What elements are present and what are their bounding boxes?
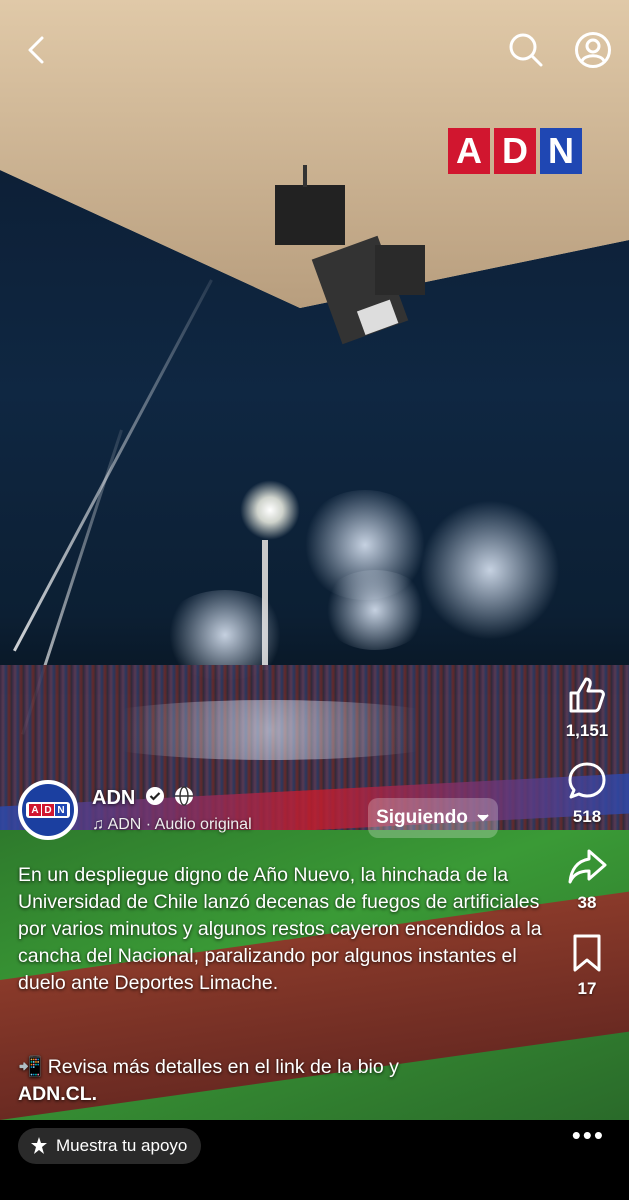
support-label: Muestra tu apoyo [56,1136,188,1155]
verified-badge-icon [145,787,164,805]
save-button[interactable]: 17 [570,933,604,999]
caption-link[interactable]: ADN.CL. [18,1083,97,1105]
logo-letter: A [448,128,490,174]
top-bar [0,20,629,80]
bookmark-icon [573,934,601,972]
following-label: Siguiendo [376,807,468,828]
share-count: 38 [577,893,597,912]
smoke-cloud [320,570,430,650]
post-caption-more[interactable]: 📲 Revisa más detalles en el link de la b… [18,1054,553,1108]
share-icon [568,849,607,884]
smoke-cloud [420,500,560,640]
back-button[interactable] [14,28,58,72]
smoke-cloud [60,700,480,760]
search-icon [509,33,543,67]
comment-count: 518 [572,807,602,826]
audio-label: ADN · Audio original [107,816,252,833]
profile-icon [575,32,611,68]
bottom-bar: Muestra tu apoyo ••• [0,1120,629,1200]
chevron-left-icon [28,36,44,64]
globe-icon [175,786,194,806]
author-row: A D N ADN ♫ ADN · Audio original Siguien… [18,780,518,842]
like-button[interactable]: 1,151 [565,675,609,741]
logo-letter: N [540,128,582,174]
save-count: 17 [577,979,597,998]
support-button[interactable]: Muestra tu apoyo [18,1128,202,1164]
adn-logo: A D N [448,128,582,174]
profile-button[interactable] [571,28,615,72]
share-button[interactable]: 38 [567,847,607,913]
avatar-logo-letter: D [42,804,54,816]
music-note-icon: ♫ [92,816,104,833]
more-icon: ••• [571,1120,605,1150]
author-name: ADN [92,787,136,809]
thumbs-up-icon [569,677,605,713]
comment-button[interactable]: 518 [567,761,607,827]
avatar-inner: A D N [22,784,74,836]
following-button[interactable]: Siguiendo [368,798,498,838]
avatar-logo: A D N [26,802,70,818]
avatar-logo-letter: N [55,804,67,816]
more-options-button[interactable]: ••• [572,1120,605,1151]
like-count: 1,151 [565,721,609,740]
logo-letter: D [494,128,536,174]
search-button[interactable] [504,28,548,72]
avatar[interactable]: A D N [18,780,78,840]
floodlight [240,480,300,540]
caption-more-text: 📲 Revisa más detalles en el link de la b… [18,1056,399,1078]
post-caption[interactable]: En un despliegue digno de Año Nuevo, la … [18,862,553,997]
comment-icon [568,762,606,799]
author-name-row[interactable]: ADN [92,786,194,810]
loudspeaker-cluster [275,165,425,345]
chevron-down-icon [477,814,489,822]
action-rail: 1,151 518 38 17 [559,675,615,1019]
audio-row[interactable]: ♫ ADN · Audio original [92,816,252,834]
gift-icon [31,1137,47,1154]
avatar-logo-letter: A [29,804,41,816]
